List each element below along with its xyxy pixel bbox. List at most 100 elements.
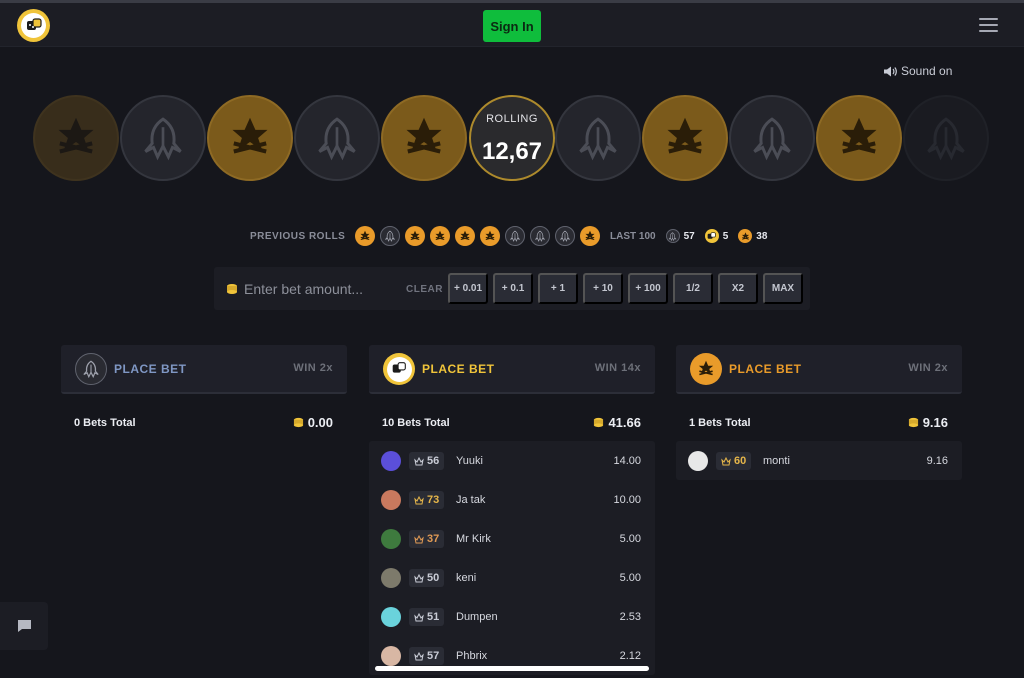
bet-chip-button[interactable]: + 0.1 <box>493 273 533 304</box>
bet-row: 73 Ja tak 10.00 <box>369 480 655 519</box>
bets-total-label: 0 Bets Total <box>74 417 136 429</box>
level-icon <box>414 612 424 621</box>
bet-column-bonus: PLACE BET WIN 14x <box>369 345 655 394</box>
t-roll-icon <box>430 226 451 246</box>
player-name: keni <box>456 572 477 584</box>
avatar[interactable] <box>381 529 401 549</box>
speaker-icon <box>884 66 897 76</box>
coin-stack-icon <box>226 282 238 300</box>
place-bet-label: PLACE BET <box>729 362 802 376</box>
bets-total-amount: 9.16 <box>908 415 948 430</box>
level-icon <box>721 456 731 465</box>
bet-chip-button[interactable]: + 1 <box>538 273 578 304</box>
dice-logo-icon[interactable] <box>17 9 50 42</box>
bet-amount: 2.53 <box>619 611 641 623</box>
bonus-count: 5 <box>722 230 729 242</box>
previous-rolls: PREVIOUS ROLLS <box>250 226 601 246</box>
bets-total-amount: 0.00 <box>293 415 333 430</box>
rolling-value: 12,67 <box>481 138 543 165</box>
t-coin-icon <box>33 95 119 181</box>
bet-chip-button[interactable]: + 10 <box>583 273 623 304</box>
sound-toggle[interactable]: Sound on <box>884 64 952 78</box>
sign-in-button[interactable]: Sign In <box>483 10 541 42</box>
ct-coin-icon <box>729 95 815 181</box>
t-roll-icon <box>480 226 501 246</box>
bonus-icon <box>383 353 415 385</box>
bet-column-t: PLACE BET WIN 2x <box>676 345 962 394</box>
bonus-icon <box>704 229 719 243</box>
level-badge: 50 <box>409 569 445 587</box>
player-name: Ja tak <box>456 494 486 506</box>
level-badge: 57 <box>409 647 445 665</box>
avatar[interactable] <box>381 568 401 588</box>
t-coin-icon <box>642 95 728 181</box>
bet-amount: 9.16 <box>926 455 948 467</box>
bet-row: 60 monti 9.16 <box>676 441 962 480</box>
ct-roll-icon <box>555 226 576 246</box>
bet-amount: 2.12 <box>619 650 641 662</box>
bets-total-amount: 41.66 <box>593 415 641 430</box>
place-bet-label: PLACE BET <box>114 362 187 376</box>
bet-chip-button[interactable]: 1/2 <box>673 273 713 304</box>
avatar[interactable] <box>381 451 401 471</box>
home-indicator <box>375 666 649 671</box>
player-name: Phbrix <box>456 650 488 662</box>
clear-button[interactable]: CLEAR <box>406 284 443 295</box>
avatar[interactable] <box>688 451 708 471</box>
bet-row: 50 keni 5.00 <box>369 558 655 597</box>
level-badge: 60 <box>716 452 752 470</box>
ct-coin-icon <box>120 95 206 181</box>
t-coin-icon <box>381 95 467 181</box>
win-multiplier: WIN 2x <box>908 362 948 374</box>
hamburger-icon[interactable] <box>979 18 999 34</box>
bet-column-ct: PLACE BET WIN 2x <box>61 345 347 394</box>
player-name: Dumpen <box>456 611 498 623</box>
bets-list: 60 monti 9.16 <box>676 441 962 480</box>
top-header: Sign In <box>0 3 1024 47</box>
sound-label: Sound on <box>901 64 953 78</box>
avatar[interactable] <box>381 490 401 510</box>
t-roll-icon <box>405 226 426 246</box>
bet-chip-button[interactable]: X2 <box>718 273 758 304</box>
player-name: monti <box>763 455 790 467</box>
bet-amount: 5.00 <box>619 572 641 584</box>
bet-row: 37 Mr Kirk 5.00 <box>369 519 655 558</box>
bet-amount-input[interactable] <box>244 278 404 300</box>
rolling-indicator: ROLLING 12,67 <box>469 95 555 181</box>
previous-rolls-label: PREVIOUS ROLLS <box>250 230 346 242</box>
level-icon <box>414 573 424 582</box>
avatar[interactable] <box>381 646 401 666</box>
rolling-status: ROLLING <box>486 113 538 125</box>
level-badge: 73 <box>409 491 445 509</box>
place-bet-button[interactable]: PLACE BET WIN 14x <box>369 345 655 394</box>
t-roll-icon <box>355 226 376 246</box>
level-badge: 56 <box>409 452 445 470</box>
ct-icon <box>75 353 107 385</box>
bets-list: 56 Yuuki 14.00 73 Ja tak 10.00 37 Mr Kirk 5.00 50… <box>369 441 655 675</box>
t-roll-icon <box>580 226 601 246</box>
player-name: Mr Kirk <box>456 533 491 545</box>
avatar[interactable] <box>381 607 401 627</box>
chat-button[interactable] <box>0 602 48 650</box>
bets-total-label: 10 Bets Total <box>382 417 450 429</box>
ct-coin-icon <box>294 95 380 181</box>
last-100-stats: LAST 100 57 5 38 <box>610 226 767 246</box>
bet-chip-button[interactable]: + 100 <box>628 273 668 304</box>
t-coin-icon <box>207 95 293 181</box>
bet-chip-button[interactable]: + 0.01 <box>448 273 488 304</box>
ct-roll-icon <box>380 226 401 246</box>
t-icon <box>690 353 722 385</box>
level-icon <box>414 495 424 504</box>
ct-roll-icon <box>530 226 551 246</box>
bet-chip-button[interactable]: MAX <box>763 273 803 304</box>
place-bet-button[interactable]: PLACE BET WIN 2x <box>61 345 347 394</box>
bet-row: 51 Dumpen 2.53 <box>369 597 655 636</box>
t-roll-icon <box>455 226 476 246</box>
bet-amount: 5.00 <box>619 533 641 545</box>
bets-total-label: 1 Bets Total <box>689 417 751 429</box>
ct-roll-icon <box>505 226 526 246</box>
ct-coin-icon <box>555 95 641 181</box>
place-bet-button[interactable]: PLACE BET WIN 2x <box>676 345 962 394</box>
t-icon <box>738 229 753 243</box>
t-count: 38 <box>756 230 768 242</box>
